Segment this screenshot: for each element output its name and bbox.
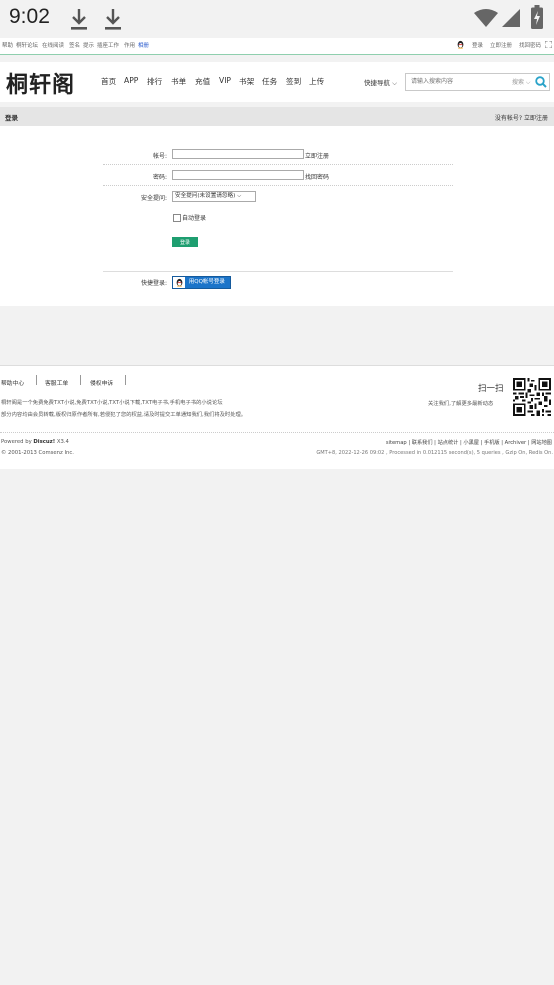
follow-text: 关注我们,了解更多最新动态 bbox=[428, 401, 494, 407]
login-submit-button[interactable]: 登录 bbox=[172, 237, 198, 247]
top-link-bar: 帮助 桐轩论坛 在线阅读 签名 提示 插座工作 作用 相册 登录 立即注册 找回… bbox=[0, 38, 554, 55]
signal-icon bbox=[502, 9, 520, 27]
topbar-link[interactable]: 桐轩论坛 bbox=[16, 41, 38, 49]
footer-link-blackroom[interactable]: 小黑屋 bbox=[463, 440, 479, 446]
security-question-value: 安全提问(未设置请忽略) bbox=[175, 193, 236, 199]
divider bbox=[125, 375, 126, 385]
status-bar: 9:02 bbox=[0, 0, 554, 38]
qr-code-icon bbox=[513, 378, 551, 416]
quick-nav-menu[interactable]: 快捷导航 ⌵ bbox=[364, 77, 397, 88]
status-time: 9:02 bbox=[9, 5, 50, 28]
chevron-down-icon: ⌵ bbox=[392, 79, 398, 87]
register-link[interactable]: 立即注册 bbox=[305, 151, 329, 160]
forgot-password-link[interactable]: 找回密码 bbox=[519, 41, 541, 49]
topbar-link[interactable]: 帮助 bbox=[2, 41, 13, 49]
register-link[interactable]: 立即注册 bbox=[490, 41, 512, 49]
username-label: 帐号: bbox=[152, 153, 167, 160]
copyright: © 2001-2013 Comsenz Inc. bbox=[1, 450, 74, 456]
register-prompt[interactable]: 没有帐号? 立即注册 bbox=[495, 113, 548, 122]
footer-link-help[interactable]: 帮助中心 bbox=[1, 378, 24, 387]
copyright-notice: 部分内容均由会员转载,版权归原作者所有,若侵犯了您的权益,请及时提交工单通知我们… bbox=[1, 412, 247, 418]
nav-bookshelf[interactable]: 书架 bbox=[239, 76, 254, 87]
divider bbox=[103, 185, 453, 186]
scan-label: 扫一扫 bbox=[478, 384, 504, 394]
security-question-label: 安全提问: bbox=[140, 195, 167, 202]
powered-by: Powered by Discuz! X3.4 bbox=[1, 439, 69, 445]
footer-link-mobile[interactable]: 手机版 bbox=[484, 440, 500, 446]
password-label: 密码: bbox=[152, 174, 167, 181]
footer-bottom-links: sitemap | 联系我们 | 站点统计 | 小黑屋 | 手机版 | Arch… bbox=[385, 440, 552, 446]
powered-by-version: X3.4 bbox=[56, 439, 69, 445]
login-link[interactable]: 登录 bbox=[472, 41, 483, 49]
divider bbox=[80, 375, 81, 385]
quick-login-label: 快捷登录: bbox=[140, 280, 167, 287]
username-input[interactable] bbox=[172, 149, 304, 159]
page-title: 登录 bbox=[5, 114, 18, 122]
login-title-bar: 登录 没有帐号? 立即注册 bbox=[0, 107, 554, 126]
qq-penguin-icon bbox=[457, 40, 464, 49]
forgot-password-link[interactable]: 找回密码 bbox=[305, 172, 329, 181]
wifi-icon bbox=[474, 9, 498, 27]
password-input[interactable] bbox=[172, 170, 304, 180]
search-input[interactable] bbox=[408, 75, 504, 87]
download-icon bbox=[71, 9, 87, 30]
battery-icon bbox=[531, 5, 543, 29]
login-panel: 帐号: 立即注册 密码: 找回密码 安全提问: 安全提问(未设置请忽略) ⌵ 自… bbox=[0, 126, 554, 306]
nav-tasks[interactable]: 任务 bbox=[262, 76, 277, 87]
footer-link-site-map[interactable]: 网站地图 bbox=[531, 440, 552, 446]
qq-login-label: 用QQ帐号登录 bbox=[188, 279, 225, 285]
divider bbox=[36, 375, 37, 385]
topbar-link[interactable]: 签名 bbox=[69, 41, 80, 49]
topbar-link[interactable]: 在线阅读 bbox=[42, 41, 64, 49]
footer-link-stats[interactable]: 站点统计 bbox=[438, 440, 459, 446]
topbar-link[interactable]: 相册 bbox=[138, 41, 149, 49]
nav-upload[interactable]: 上传 bbox=[309, 76, 324, 87]
powered-by-prefix: Powered by bbox=[1, 439, 32, 445]
footer-link-archiver[interactable]: Archiver bbox=[505, 440, 527, 446]
nav-vip[interactable]: VIP bbox=[219, 76, 231, 85]
nav-checkin[interactable]: 签到 bbox=[286, 76, 301, 87]
site-description: 桐轩阁是一个免费免费TXT小说,免费TXT小说,TXT小说下载,TXT电子书,手… bbox=[1, 400, 223, 406]
search-box: 搜索 ⌵ bbox=[405, 73, 550, 91]
powered-by-name[interactable]: Discuz! bbox=[33, 439, 55, 445]
fullscreen-icon[interactable] bbox=[545, 41, 552, 48]
nav-booklist[interactable]: 书单 bbox=[171, 76, 186, 87]
auto-login-checkbox[interactable] bbox=[173, 214, 181, 222]
divider bbox=[103, 164, 453, 165]
footer-link-sitemap[interactable]: sitemap bbox=[386, 440, 407, 446]
site-footer: 帮助中心 客服工单 侵权申诉 桐轩阁是一个免费免费TXT小说,免费TXT小说,T… bbox=[0, 365, 554, 469]
topbar-link[interactable]: 插座工作 bbox=[97, 41, 119, 49]
footer-link-ticket[interactable]: 客服工单 bbox=[45, 378, 68, 387]
site-logo[interactable]: 桐轩阁 bbox=[6, 67, 75, 99]
nav-home[interactable]: 首页 bbox=[101, 76, 116, 87]
qq-penguin-icon bbox=[173, 277, 185, 288]
search-category-label: 搜索 bbox=[512, 79, 525, 86]
footer-link-complaint[interactable]: 侵权申诉 bbox=[90, 378, 113, 387]
divider bbox=[0, 432, 554, 433]
nav-ranking[interactable]: 排行 bbox=[147, 76, 162, 87]
site-header: 桐轩阁 首页 APP 排行 书单 充值 VIP 书架 任务 签到 上传 快捷导航… bbox=[0, 62, 554, 102]
footer-link-contact[interactable]: 联系我们 bbox=[412, 440, 433, 446]
download-icon bbox=[105, 9, 121, 30]
processed-info: GMT+8, 2022-12-26 09:02 , Processed in 0… bbox=[316, 450, 553, 456]
nav-app[interactable]: APP bbox=[124, 76, 138, 85]
nav-recharge[interactable]: 充值 bbox=[195, 76, 210, 87]
search-category-select[interactable]: 搜索 ⌵ bbox=[512, 77, 530, 87]
auto-login-label: 自动登录 bbox=[182, 215, 207, 222]
divider bbox=[103, 271, 453, 272]
topbar-link[interactable]: 提示 bbox=[83, 41, 94, 49]
qq-login-button[interactable]: 用QQ帐号登录 bbox=[172, 276, 231, 289]
security-question-select[interactable]: 安全提问(未设置请忽略) ⌵ bbox=[172, 191, 256, 202]
topbar-link[interactable]: 作用 bbox=[124, 41, 135, 49]
search-icon[interactable] bbox=[533, 74, 549, 90]
quick-nav-label: 快捷导航 bbox=[364, 79, 390, 87]
